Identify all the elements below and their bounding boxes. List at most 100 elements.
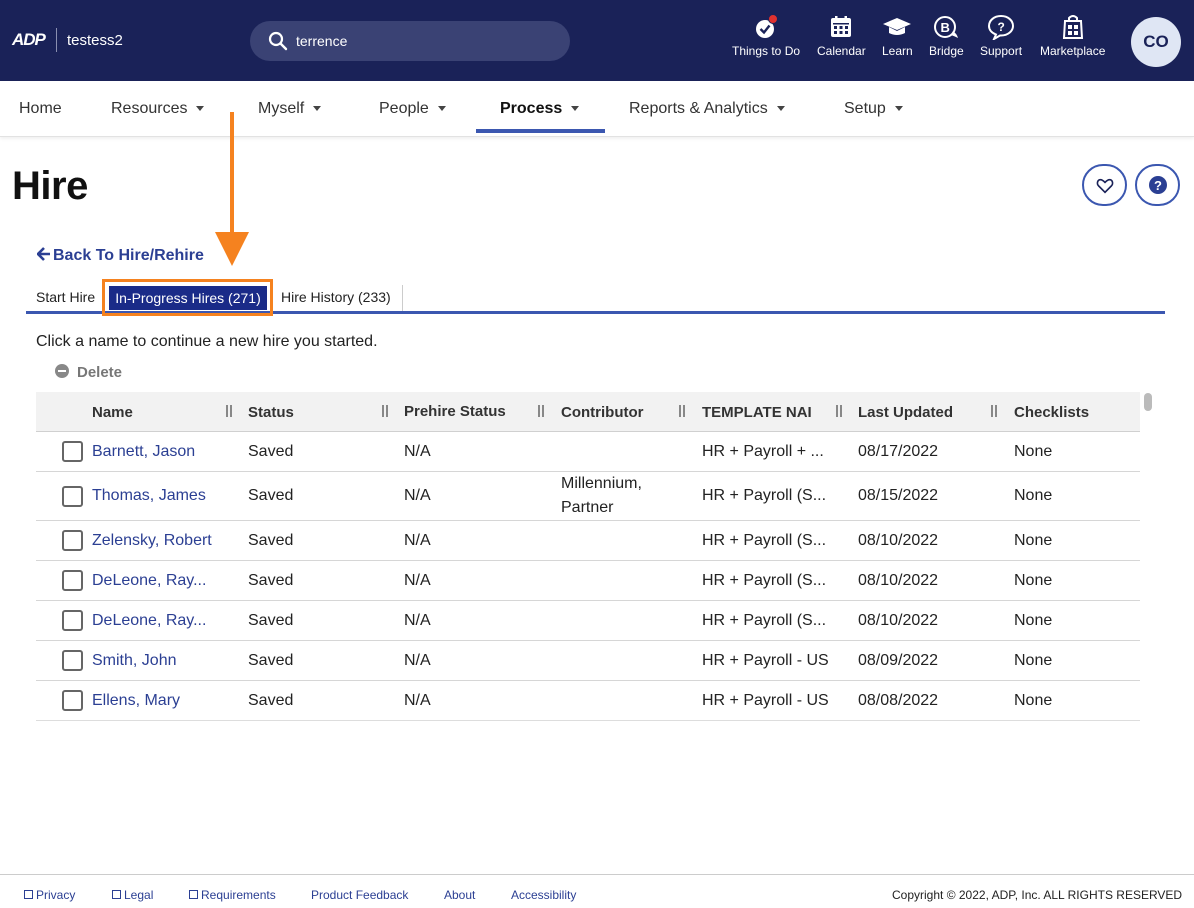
support-label: Support bbox=[980, 44, 1023, 58]
row-checkbox[interactable] bbox=[62, 530, 83, 551]
nav-process-label: Process bbox=[500, 100, 563, 117]
avatar[interactable]: CO bbox=[1131, 17, 1181, 67]
column-header-contributor[interactable]: Contributor bbox=[561, 404, 643, 421]
chevron-down-icon bbox=[437, 106, 446, 112]
column-resize-handle[interactable] bbox=[836, 405, 842, 417]
things-to-do-label: Things to Do bbox=[732, 44, 801, 58]
adp-logo[interactable]: ADP bbox=[12, 30, 46, 50]
search-input[interactable]: terrence bbox=[296, 33, 347, 49]
status-cell: Saved bbox=[248, 692, 294, 709]
tab-hire-history[interactable]: Hire History (233) bbox=[281, 289, 391, 305]
column-header-name[interactable]: Name bbox=[92, 404, 133, 421]
column-resize-handle[interactable] bbox=[679, 405, 685, 417]
status-cell: Saved bbox=[248, 443, 294, 460]
nav-home[interactable]: Home bbox=[19, 100, 62, 118]
back-to-hire-link[interactable]: Back To Hire/Rehire bbox=[36, 247, 204, 265]
employee-name-link[interactable]: DeLeone, Ray... bbox=[92, 572, 206, 590]
annotation-highlight-box bbox=[102, 279, 273, 316]
svg-text:?: ? bbox=[1154, 178, 1162, 193]
nav-process[interactable]: Process bbox=[500, 100, 580, 118]
top-bar: ADP testess2 terrence Things to Do Calen… bbox=[0, 0, 1194, 81]
tab-start-hire[interactable]: Start Hire bbox=[36, 289, 95, 305]
copyright-text: Copyright © 2022, ADP, Inc. ALL RIGHTS R… bbox=[892, 888, 1183, 902]
template-cell: HR + Payroll (S... bbox=[702, 487, 827, 504]
footer-link-privacy[interactable]: Privacy bbox=[24, 888, 75, 902]
checklists-cell: None bbox=[1014, 692, 1053, 709]
table-row: Smith, John Saved N/A HR + Payroll - US … bbox=[36, 641, 1140, 681]
check-badge-icon bbox=[753, 14, 779, 40]
row-checkbox[interactable] bbox=[62, 690, 83, 711]
status-cell: Saved bbox=[248, 487, 294, 504]
bridge-icon: B bbox=[933, 14, 959, 40]
footer-link-legal[interactable]: Legal bbox=[112, 888, 153, 902]
chevron-down-icon bbox=[894, 106, 903, 112]
footer-link-accessibility[interactable]: Accessibility bbox=[511, 888, 576, 902]
employee-name-link[interactable]: Smith, John bbox=[92, 652, 176, 670]
column-resize-handle[interactable] bbox=[991, 405, 997, 417]
prehire-cell: N/A bbox=[404, 487, 431, 504]
calendar-button[interactable]: Calendar bbox=[817, 14, 866, 58]
graduation-cap-icon bbox=[883, 14, 912, 40]
employee-name-link[interactable]: Ellens, Mary bbox=[92, 692, 180, 710]
row-checkbox[interactable] bbox=[62, 650, 83, 671]
delete-button[interactable]: Delete bbox=[55, 364, 122, 381]
nav-resources[interactable]: Resources bbox=[111, 100, 205, 118]
column-header-prehire-status[interactable]: Prehire Status bbox=[404, 403, 506, 420]
employee-name-link[interactable]: DeLeone, Ray... bbox=[92, 612, 206, 630]
svg-text:B: B bbox=[941, 20, 950, 35]
column-resize-handle[interactable] bbox=[538, 405, 544, 417]
employee-name-link[interactable]: Zelensky, Robert bbox=[92, 532, 212, 550]
template-cell: HR + Payroll - US bbox=[702, 692, 829, 709]
table-row: Zelensky, Robert Saved N/A HR + Payroll … bbox=[36, 521, 1140, 561]
checklists-cell: None bbox=[1014, 443, 1053, 460]
nav-myself-label: Myself bbox=[258, 100, 305, 117]
table-header: Name Status Prehire Status Contributor T… bbox=[36, 392, 1140, 432]
nav-reports-analytics[interactable]: Reports & Analytics bbox=[629, 100, 785, 118]
nav-people-label: People bbox=[379, 100, 429, 117]
bridge-button[interactable]: B Bridge bbox=[929, 14, 964, 58]
prehire-cell: N/A bbox=[404, 532, 431, 549]
things-to-do-button[interactable]: Things to Do bbox=[732, 14, 800, 58]
template-cell: HR + Payroll - US bbox=[702, 652, 829, 669]
column-header-checklists[interactable]: Checklists bbox=[1014, 404, 1089, 421]
nav-setup[interactable]: Setup bbox=[844, 100, 903, 118]
checklists-cell: None bbox=[1014, 572, 1053, 589]
active-nav-indicator bbox=[476, 129, 605, 133]
nav-people[interactable]: People bbox=[379, 100, 446, 118]
chevron-down-icon bbox=[313, 106, 322, 112]
footer-link-about[interactable]: About bbox=[444, 888, 475, 902]
footer-link-product-feedback[interactable]: Product Feedback bbox=[311, 888, 408, 902]
updated-cell: 08/10/2022 bbox=[858, 612, 939, 629]
support-button[interactable]: ? Support bbox=[980, 14, 1022, 58]
nav-setup-label: Setup bbox=[844, 100, 886, 117]
column-resize-handle[interactable] bbox=[382, 405, 388, 417]
footer-link-requirements[interactable]: Requirements bbox=[189, 888, 276, 902]
column-header-last-updated[interactable]: Last Updated bbox=[858, 404, 953, 421]
row-checkbox[interactable] bbox=[62, 610, 83, 631]
row-checkbox[interactable] bbox=[62, 441, 83, 462]
row-checkbox[interactable] bbox=[62, 570, 83, 591]
footer-link-label: Privacy bbox=[36, 888, 76, 902]
in-progress-hires-table: Name Status Prehire Status Contributor T… bbox=[36, 392, 1140, 721]
favorite-button[interactable] bbox=[1082, 164, 1127, 206]
marketplace-button[interactable]: Marketplace bbox=[1040, 14, 1105, 58]
help-button[interactable]: ? bbox=[1135, 164, 1180, 206]
contributor-cell: Millennium, Partner bbox=[561, 475, 642, 516]
row-checkbox[interactable] bbox=[62, 486, 83, 507]
checklists-cell: None bbox=[1014, 612, 1053, 629]
prehire-cell: N/A bbox=[404, 692, 431, 709]
updated-cell: 08/10/2022 bbox=[858, 532, 939, 549]
template-cell: HR + Payroll (S... bbox=[702, 572, 827, 589]
learn-button[interactable]: Learn bbox=[882, 14, 913, 58]
template-cell: HR + Payroll (S... bbox=[702, 532, 827, 549]
status-cell: Saved bbox=[248, 612, 294, 629]
column-header-status[interactable]: Status bbox=[248, 404, 294, 421]
employee-name-link[interactable]: Barnett, Jason bbox=[92, 443, 195, 461]
column-resize-handle[interactable] bbox=[226, 405, 232, 417]
logo-divider bbox=[56, 28, 57, 52]
table-scrollbar[interactable] bbox=[1144, 393, 1152, 411]
employee-name-link[interactable]: Thomas, James bbox=[92, 487, 206, 505]
nav-myself[interactable]: Myself bbox=[258, 100, 322, 118]
bridge-label: Bridge bbox=[929, 44, 964, 58]
column-header-template[interactable]: TEMPLATE NAI bbox=[702, 404, 812, 421]
